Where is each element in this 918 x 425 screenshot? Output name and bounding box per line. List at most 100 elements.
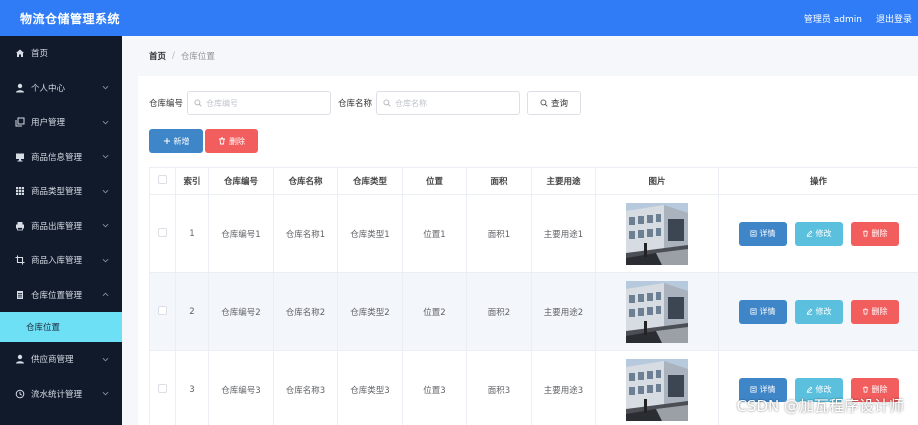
sidebar-item-product-outbound[interactable]: 商品出库管理 (0, 209, 122, 244)
edit-button[interactable]: 修改 (794, 299, 843, 324)
sidebar-item-label: 商品出库管理 (31, 221, 83, 232)
chevron-down-icon (102, 187, 110, 195)
select-all-checkbox[interactable] (158, 175, 167, 184)
add-button-label: 新增 (173, 136, 190, 146)
cell-actions: 详情 修改 删除 (718, 194, 918, 273)
warehouse-photo[interactable] (626, 203, 688, 265)
warehouse-name-field[interactable] (376, 91, 521, 115)
select-all-cell[interactable] (149, 167, 176, 195)
search-form: 仓库编号 仓库名称 查询 (149, 91, 582, 115)
sidebar-item-home[interactable]: 首页 (0, 36, 122, 71)
sidebar-item-personal-center[interactable]: 个人中心 (0, 71, 122, 106)
home-icon (14, 47, 26, 59)
trash-icon (862, 386, 868, 393)
user-icon (14, 353, 26, 365)
warehouse-name-label: 仓库名称 (338, 99, 373, 109)
cell-index: 3 (175, 350, 209, 425)
cell-usage: 主要用途2 (531, 272, 596, 351)
cell-area: 面积3 (466, 350, 532, 425)
sidebar-item-label: 商品入库管理 (31, 256, 83, 267)
cell-usage: 主要用途3 (531, 350, 596, 425)
cell-image (595, 350, 719, 425)
sidebar-item-label: 商品信息管理 (31, 152, 83, 163)
logout-link[interactable]: 退出登录 (876, 12, 912, 25)
clock-icon (14, 388, 26, 400)
trash-icon (862, 308, 868, 315)
query-button[interactable]: 查询 (527, 91, 582, 115)
column-header: 面积 (466, 167, 532, 195)
breadcrumb: 首页 / 仓库位置 (122, 36, 918, 76)
chevron-up-icon (102, 291, 110, 299)
top-header: 物流仓储管理系统 管理员 admin 退出登录 (0, 0, 918, 36)
cell-actions: 详情 修改 删除 (718, 272, 918, 351)
header-right: 管理员 admin 退出登录 (804, 12, 912, 25)
breadcrumb-separator: / (172, 51, 175, 61)
cell-location: 位置3 (402, 350, 467, 425)
current-user: 管理员 admin (803, 14, 862, 25)
row-checkbox[interactable] (158, 305, 167, 315)
detail-icon (749, 386, 757, 393)
breadcrumb-current: 仓库位置 (180, 52, 215, 62)
row-select-cell[interactable] (149, 272, 176, 351)
monitor-icon (14, 151, 26, 163)
cell-area: 面积2 (466, 272, 532, 351)
main-area: 首页 / 仓库位置 仓库编号 仓库名称 查询 新增 (122, 36, 918, 425)
sidebar-item-label: 流水统计管理 (31, 389, 83, 400)
row-select-cell[interactable] (149, 194, 176, 273)
detail-button-label: 详情 (759, 229, 776, 238)
plus-icon (163, 138, 170, 144)
warehouse-name-input[interactable] (395, 98, 516, 108)
detail-icon (749, 308, 757, 315)
add-button[interactable]: 新增 (149, 129, 203, 153)
sidebar-item-product-type[interactable]: 商品类型管理 (0, 174, 122, 209)
delete-button[interactable]: 删除 (850, 299, 899, 324)
detail-button[interactable]: 详情 (738, 299, 787, 324)
search-icon (540, 99, 548, 107)
cell-type: 仓库类型2 (337, 272, 403, 351)
sidebar-item-flow-statistics[interactable]: 流水统计管理 (0, 377, 122, 412)
cell-code: 仓库编号3 (208, 350, 274, 425)
breadcrumb-home[interactable]: 首页 (149, 50, 166, 62)
warehouse-photo[interactable] (626, 359, 688, 421)
delete-button-label: 删除 (871, 385, 888, 394)
column-header: 仓库类型 (337, 167, 403, 195)
warehouse-code-input[interactable] (206, 98, 327, 108)
cell-usage: 主要用途1 (531, 194, 596, 273)
edit-icon (806, 230, 812, 237)
edit-button-label: 修改 (815, 307, 832, 316)
sidebar-item-label: 首页 (31, 49, 49, 60)
detail-button[interactable]: 详情 (738, 221, 787, 246)
chevron-down-icon (102, 355, 110, 363)
warehouse-code-field[interactable] (187, 91, 332, 115)
row-checkbox[interactable] (158, 227, 167, 237)
sidebar-item-product-inbound[interactable]: 商品入库管理 (0, 243, 122, 278)
watermark: CSDN @加瓦程序设计师 (736, 397, 904, 415)
cell-name: 仓库名称3 (273, 350, 338, 425)
sidebar-item-user-management[interactable]: 用户管理 (0, 105, 122, 140)
row-checkbox[interactable] (158, 383, 167, 393)
action-toolbar: 新增 删除 (149, 129, 258, 153)
detail-button-label: 详情 (759, 307, 776, 316)
cell-location: 位置2 (402, 272, 467, 351)
sidebar-item-label: 仓库位置管理 (31, 290, 83, 301)
search-icon (194, 99, 202, 107)
batch-delete-button[interactable]: 删除 (205, 129, 258, 153)
row-select-cell[interactable] (149, 350, 176, 425)
sidebar-item-warehouse-location-management[interactable]: 仓库位置管理 (0, 278, 122, 313)
table-header-row: 索引 仓库编号 仓库名称 仓库类型 位置 面积 主要用途 图片 操作 (149, 167, 918, 195)
edit-button[interactable]: 修改 (794, 221, 843, 246)
cell-index: 1 (175, 194, 209, 273)
sidebar-item-label: 供应商管理 (31, 355, 74, 366)
cell-code: 仓库编号2 (208, 272, 274, 351)
app-title: 物流仓储管理系统 (20, 11, 121, 26)
cell-location: 位置1 (402, 194, 467, 273)
detail-icon (749, 230, 757, 237)
cell-name: 仓库名称1 (273, 194, 338, 273)
cell-type: 仓库类型3 (337, 350, 403, 425)
delete-button[interactable]: 删除 (850, 221, 899, 246)
warehouse-photo[interactable] (626, 281, 688, 343)
sidebar-item-product-info[interactable]: 商品信息管理 (0, 140, 122, 175)
sidebar-subitem-warehouse-location[interactable]: 仓库位置 (0, 312, 122, 342)
table-row: 2 仓库编号2 仓库名称2 仓库类型2 位置2 面积2 主要用途2 详情 修改 … (149, 272, 918, 351)
sidebar-item-supplier-management[interactable]: 供应商管理 (0, 342, 122, 377)
